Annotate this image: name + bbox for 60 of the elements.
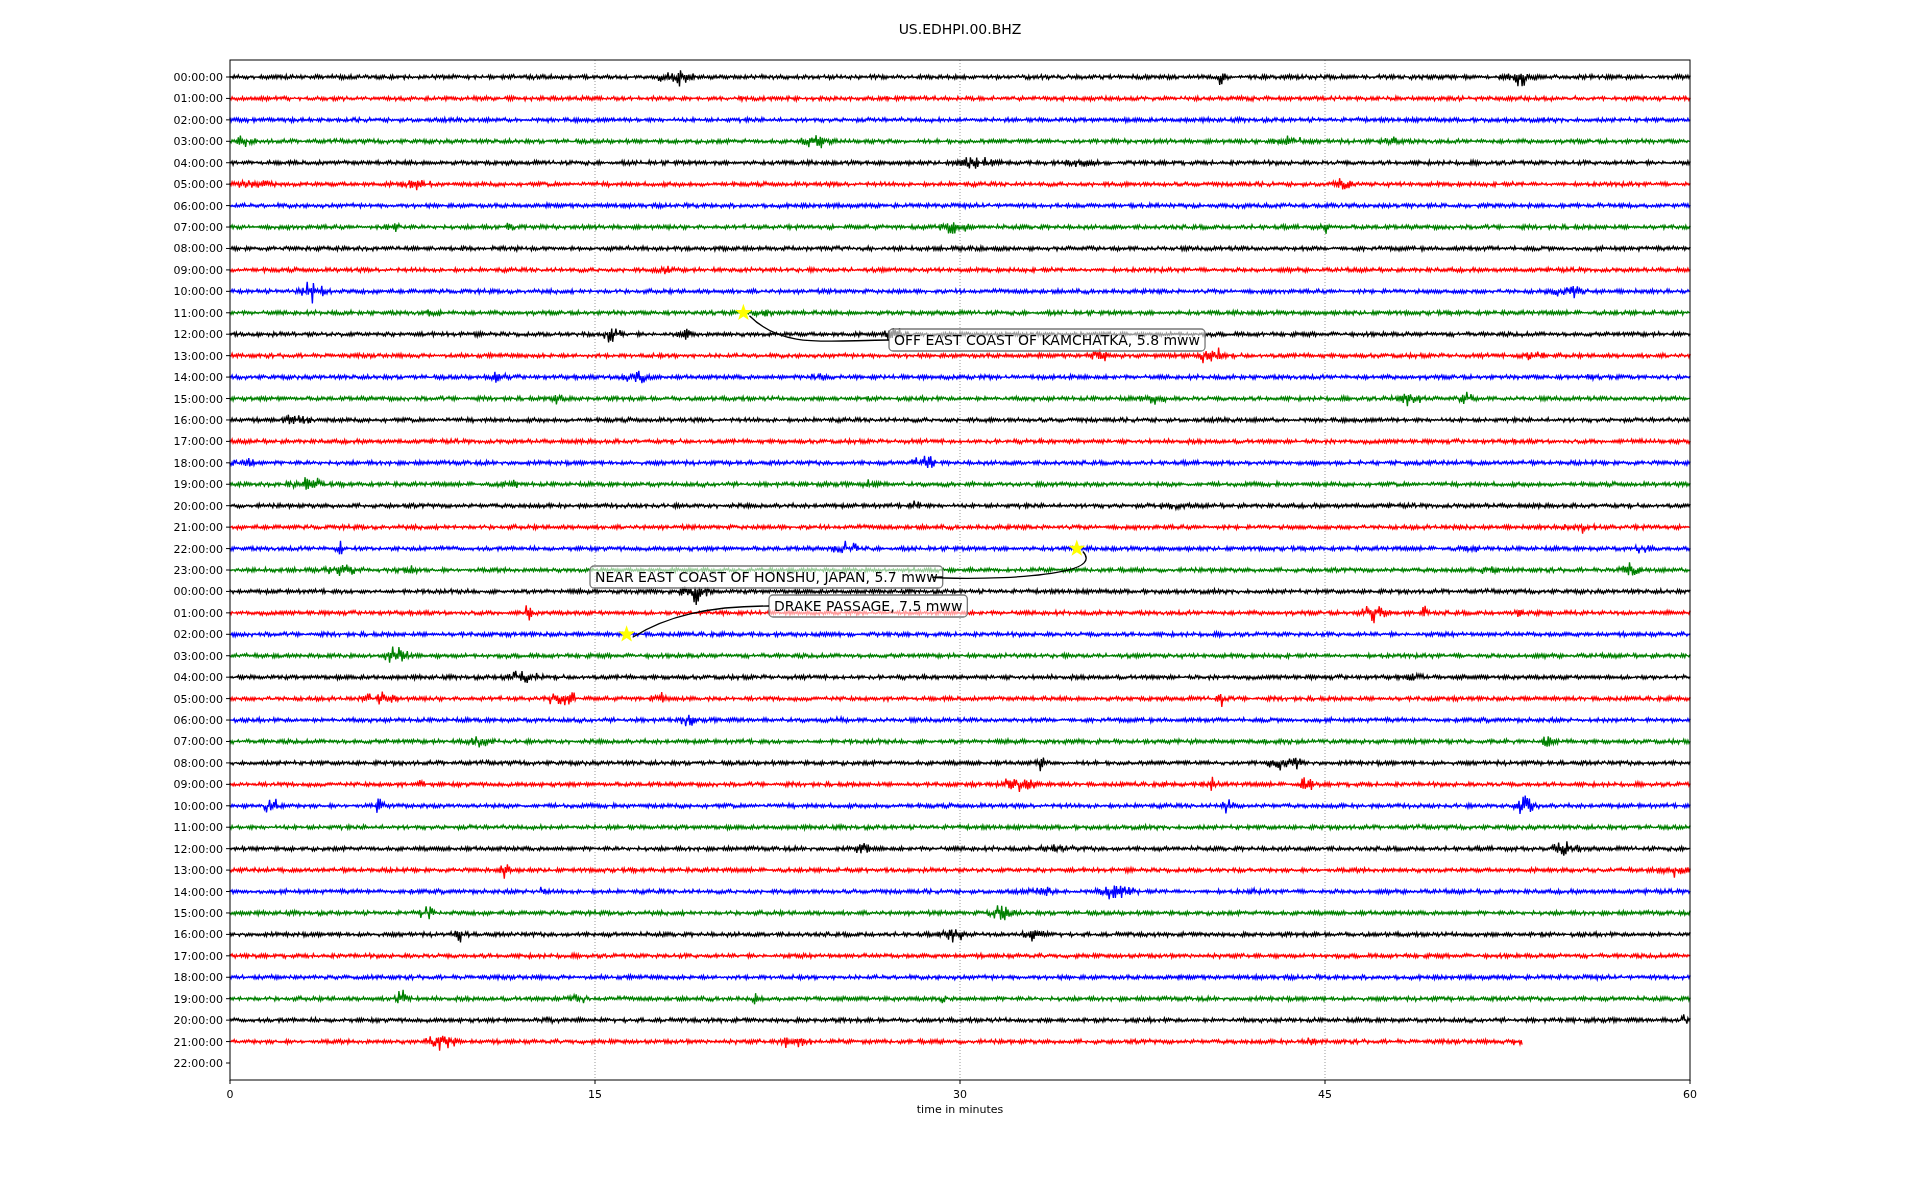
hour-label: 10:00:00 bbox=[173, 799, 223, 813]
hour-label: 14:00:00 bbox=[173, 371, 223, 385]
hour-label: 22:00:00 bbox=[173, 542, 223, 556]
hour-label: 06:00:00 bbox=[173, 714, 223, 728]
hour-label: 04:00:00 bbox=[173, 156, 223, 170]
hour-label: 03:00:00 bbox=[173, 649, 223, 663]
hour-label: 11:00:00 bbox=[173, 306, 223, 320]
x-tick-label: 60 bbox=[1683, 1088, 1697, 1101]
hour-label: 01:00:00 bbox=[173, 92, 223, 106]
event-star-icon bbox=[1068, 539, 1086, 556]
x-tick-label: 30 bbox=[953, 1088, 967, 1101]
hour-label: 06:00:00 bbox=[173, 199, 223, 213]
hour-label: 18:00:00 bbox=[173, 971, 223, 985]
x-tick-label: 15 bbox=[588, 1088, 602, 1101]
hour-label: 00:00:00 bbox=[173, 71, 223, 84]
hour-label: 23:00:00 bbox=[173, 564, 223, 577]
hour-label: 16:00:00 bbox=[173, 413, 223, 427]
hour-label: 02:00:00 bbox=[173, 113, 223, 127]
hour-label: 01:00:00 bbox=[173, 606, 223, 620]
hour-label: 10:00:00 bbox=[173, 285, 223, 299]
hour-label: 22:00:00 bbox=[173, 1057, 223, 1070]
hour-label: 20:00:00 bbox=[173, 499, 223, 513]
hour-label: 07:00:00 bbox=[173, 221, 223, 235]
hour-label: 07:00:00 bbox=[173, 735, 223, 749]
hour-label: 14:00:00 bbox=[173, 885, 223, 899]
hour-label: 09:00:00 bbox=[173, 263, 223, 277]
hour-label: 00:00:00 bbox=[173, 585, 223, 599]
hour-label: 03:00:00 bbox=[173, 135, 223, 149]
hour-label: 04:00:00 bbox=[173, 671, 223, 685]
hour-label: 19:00:00 bbox=[173, 478, 223, 492]
event-annotation: DRAKE PASSAGE, 7.5 mww bbox=[768, 594, 968, 618]
event-star-icon bbox=[734, 303, 752, 321]
x-tick-label: 0 bbox=[226, 1088, 234, 1101]
hour-label: 17:00:00 bbox=[173, 435, 223, 449]
x-axis-label: time in minutes bbox=[916, 1103, 1004, 1116]
hour-label: 05:00:00 bbox=[173, 692, 223, 706]
hour-label: 18:00:00 bbox=[173, 456, 223, 470]
hour-label: 16:00:00 bbox=[173, 928, 223, 942]
hour-label: 20:00:00 bbox=[173, 1014, 223, 1028]
hour-label: 02:00:00 bbox=[173, 628, 223, 642]
hour-label: 09:00:00 bbox=[173, 778, 223, 792]
hour-label: 12:00:00 bbox=[173, 842, 223, 856]
hour-label: 21:00:00 bbox=[173, 1035, 223, 1049]
plot-title: US.EDHPI.00.BHZ bbox=[898, 21, 1022, 37]
hour-label: 12:00:00 bbox=[173, 328, 223, 342]
event-annotation: OFF EAST COAST OF KAMCHATKA, 5.8 mww bbox=[888, 328, 1206, 352]
event-annotation: NEAR EAST COAST OF HONSHU, JAPAN, 5.7 mww bbox=[589, 565, 944, 589]
hour-label: 15:00:00 bbox=[173, 906, 223, 920]
hour-label: 05:00:00 bbox=[173, 178, 223, 192]
hour-label: 17:00:00 bbox=[173, 949, 223, 963]
hour-label: 11:00:00 bbox=[173, 821, 223, 835]
hour-label: 21:00:00 bbox=[173, 521, 223, 535]
hour-label: 15:00:00 bbox=[173, 392, 223, 406]
hour-label: 13:00:00 bbox=[173, 864, 223, 878]
hour-label: 13:00:00 bbox=[173, 349, 223, 363]
hour-label: 19:00:00 bbox=[173, 992, 223, 1006]
event-star-icon bbox=[618, 625, 636, 642]
x-tick-label: 45 bbox=[1318, 1088, 1332, 1101]
hour-label: 08:00:00 bbox=[173, 756, 223, 770]
hour-label: 08:00:00 bbox=[173, 242, 223, 256]
